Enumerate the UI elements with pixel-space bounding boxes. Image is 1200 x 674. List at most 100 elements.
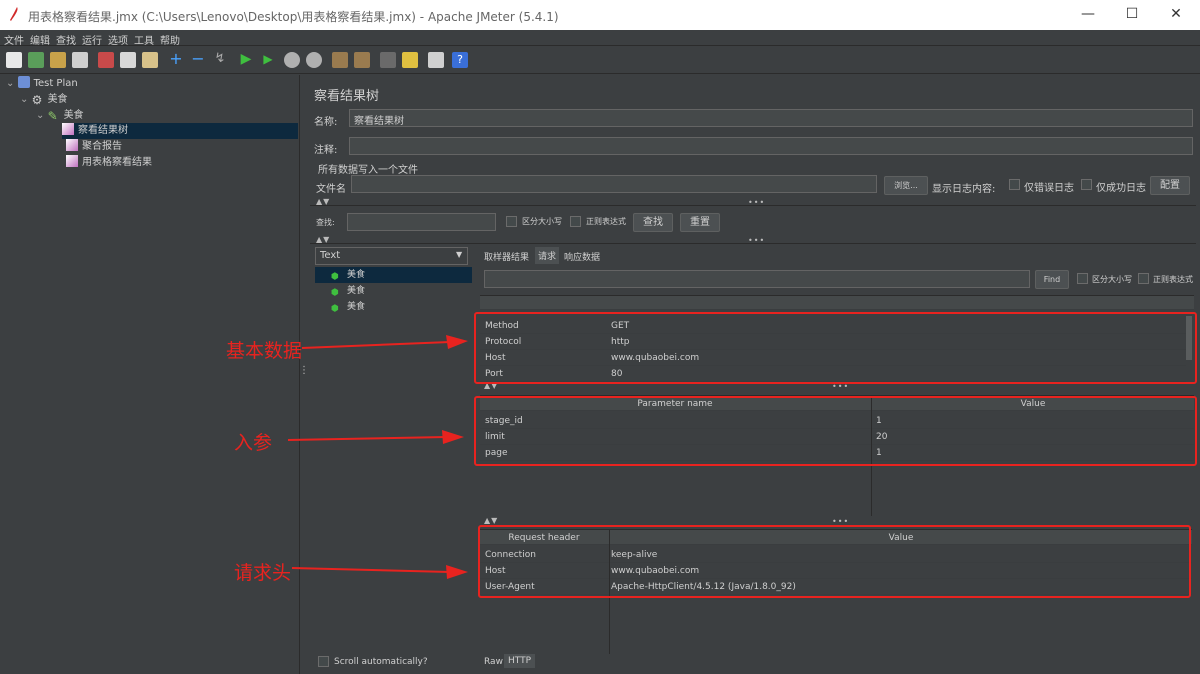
tab-sampler-result[interactable]: 取样器结果: [484, 250, 529, 263]
reset-search-icon[interactable]: [402, 52, 418, 68]
errors-only-label: 仅错误日志: [1024, 183, 1074, 194]
collapse-arrows[interactable]: ▲▼: [484, 516, 498, 525]
scroll-auto-checkbox[interactable]: [318, 656, 329, 667]
chart-icon: [62, 123, 74, 135]
name-field[interactable]: 察看结果树: [349, 109, 1193, 127]
errors-only-checkbox[interactable]: [1009, 179, 1020, 190]
tab-raw[interactable]: Raw: [484, 657, 503, 667]
copy-icon[interactable]: [120, 52, 136, 68]
menu-edit[interactable]: 编辑: [30, 32, 50, 47]
minimize-button[interactable]: —: [1074, 4, 1102, 26]
filename-field[interactable]: [351, 175, 877, 193]
menu-search[interactable]: 查找: [56, 32, 76, 47]
start-icon[interactable]: ▶: [238, 52, 254, 68]
menu-bar: 文件 编辑 查找 运行 选项 工具 帮助: [0, 30, 1200, 47]
clear-icon[interactable]: [332, 52, 348, 68]
start-no-pause-icon[interactable]: ▶: [260, 52, 276, 68]
params-arrow-icon: [287, 430, 464, 444]
save-icon[interactable]: [72, 52, 88, 68]
divider: [310, 243, 1196, 244]
reset-button[interactable]: 重置: [680, 213, 720, 232]
chart-icon: [66, 155, 78, 167]
name-label: 名称:: [314, 117, 338, 128]
paste-icon[interactable]: [142, 52, 158, 68]
find-button[interactable]: Find: [1035, 270, 1069, 289]
expand-icon[interactable]: +: [168, 51, 184, 68]
tree-node-thread-group[interactable]: ⌄ ⚙ 美食: [20, 92, 68, 108]
success-shield-icon: ⬢: [331, 304, 339, 314]
case-label: 区分大小写: [522, 217, 562, 226]
regex-label: 正则表达式: [586, 217, 626, 226]
toggle-icon[interactable]: ↯: [212, 52, 228, 68]
sample-label: 美食: [347, 302, 366, 312]
sample-item[interactable]: ⬢ 美食: [315, 299, 365, 315]
tab-http[interactable]: HTTP: [504, 654, 536, 668]
open-icon[interactable]: [50, 52, 66, 68]
sample-item[interactable]: ⬢ 美食: [315, 283, 365, 299]
success-shield-icon: ⬢: [331, 272, 339, 282]
success-only-label: 仅成功日志: [1096, 183, 1146, 194]
tree-label: Test Plan: [33, 78, 78, 89]
renderer-select[interactable]: Text ▼: [315, 247, 468, 265]
flask-icon: [17, 76, 30, 88]
close-button[interactable]: ✕: [1162, 4, 1190, 26]
find-regex-checkbox[interactable]: [1138, 273, 1149, 284]
tree-label: 察看结果树: [78, 125, 128, 136]
shutdown-icon[interactable]: [306, 52, 322, 68]
browse-button[interactable]: 浏览...: [884, 176, 928, 195]
search-field[interactable]: [347, 213, 496, 231]
window-title: 用表格察看结果.jmx (C:\Users\Lenovo\Desktop\用表格…: [28, 10, 559, 24]
gear-icon: ⚙: [31, 93, 43, 107]
split-handle[interactable]: ⋮: [299, 366, 309, 376]
configure-button[interactable]: 配置: [1150, 176, 1190, 195]
scroll-auto-label: Scroll automatically?: [334, 657, 428, 667]
menu-file[interactable]: 文件: [4, 32, 24, 47]
renderer-value: Text: [320, 250, 341, 261]
divider: [310, 205, 1196, 206]
basic-data-highlight: [474, 312, 1197, 384]
log-display-label: 显示日志内容:: [932, 184, 996, 195]
chevron-down-icon: ▼: [456, 250, 463, 259]
tree-node-table-results[interactable]: 用表格察看结果: [66, 155, 152, 171]
menu-help[interactable]: 帮助: [160, 32, 180, 47]
tree-label: 用表格察看结果: [82, 157, 152, 168]
clear-all-icon[interactable]: [354, 52, 370, 68]
tree-node-aggregate-report[interactable]: 聚合报告: [66, 139, 122, 155]
params-highlight: [474, 396, 1197, 466]
params-note: 入参: [234, 432, 273, 454]
regex-checkbox[interactable]: [570, 216, 581, 227]
maximize-button[interactable]: ☐: [1118, 4, 1146, 26]
sample-label: 美食: [347, 286, 366, 296]
find-field[interactable]: [484, 270, 1030, 288]
tree-label: 聚合报告: [82, 141, 122, 152]
tree-node-results-tree[interactable]: 察看结果树: [62, 123, 298, 139]
stop-icon[interactable]: [284, 52, 300, 68]
comment-field[interactable]: [349, 137, 1193, 155]
jmeter-feather-icon: [10, 7, 18, 21]
menu-tools[interactable]: 工具: [134, 32, 154, 47]
tree-label: 美食: [47, 94, 68, 105]
templates-icon[interactable]: [28, 52, 44, 68]
sample-item[interactable]: ⬢ 美食: [315, 267, 472, 283]
pen-icon: ✎: [47, 109, 58, 123]
chart-icon: [66, 139, 78, 151]
cut-icon[interactable]: [98, 52, 114, 68]
help-icon[interactable]: ?: [452, 52, 468, 68]
menu-options[interactable]: 选项: [108, 32, 128, 47]
tree-node-test-plan[interactable]: ⌄ Test Plan: [6, 76, 78, 92]
search-icon[interactable]: [380, 52, 396, 68]
function-helper-icon[interactable]: [428, 52, 444, 68]
tree-node-http-sampler[interactable]: ⌄ ✎ 美食: [36, 108, 84, 124]
case-checkbox[interactable]: [506, 216, 517, 227]
new-icon[interactable]: [6, 52, 22, 68]
success-shield-icon: ⬢: [331, 288, 339, 298]
find-regex-label: 正则表达式: [1153, 275, 1193, 284]
collapse-icon[interactable]: −: [190, 51, 206, 68]
find-case-checkbox[interactable]: [1077, 273, 1088, 284]
tab-request[interactable]: 请求: [535, 247, 560, 264]
success-only-checkbox[interactable]: [1081, 179, 1092, 190]
find-case-label: 区分大小写: [1092, 275, 1132, 284]
search-button[interactable]: 查找: [633, 213, 673, 232]
menu-run[interactable]: 运行: [82, 32, 102, 47]
tab-response-data[interactable]: 响应数据: [564, 250, 600, 263]
